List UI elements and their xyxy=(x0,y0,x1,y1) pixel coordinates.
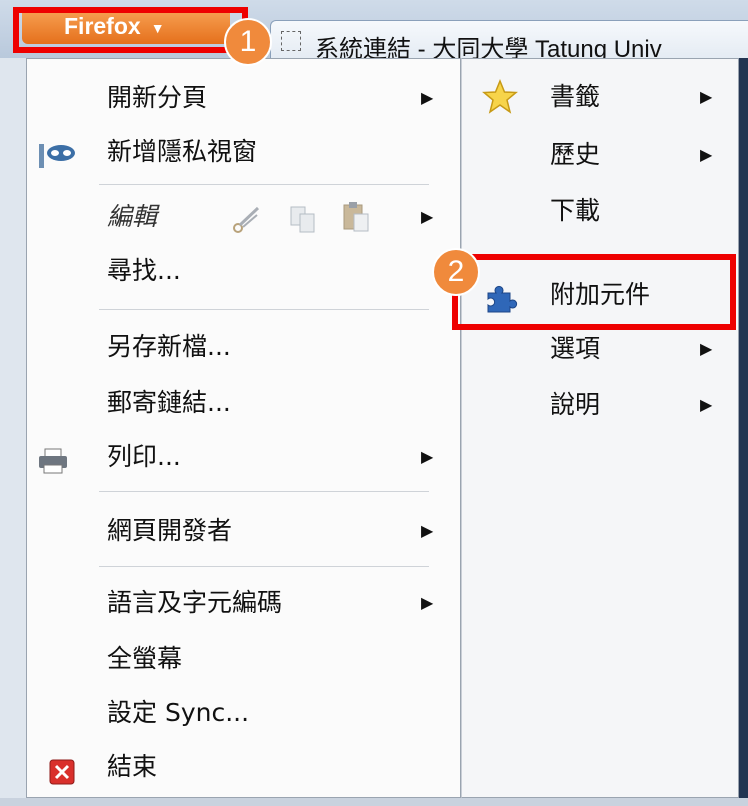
menu-item-new-tab[interactable]: 開新分頁 ▶ xyxy=(27,74,460,122)
menu-item-edit[interactable]: 編輯 ▶ xyxy=(27,193,460,241)
menu-item-label: 結束 xyxy=(107,752,158,781)
copy-icon xyxy=(289,203,317,251)
exit-icon xyxy=(49,753,75,801)
window-bottom-edge xyxy=(0,798,748,806)
menu-item-label: 另存新檔... xyxy=(107,332,231,361)
menu-item-label: 語言及字元編碼 xyxy=(107,588,283,617)
menu-item-set-up-sync[interactable]: 設定 Sync... xyxy=(27,689,460,737)
menu-item-label: 網頁開發者 xyxy=(107,516,233,545)
menu-item-options[interactable]: 選項 ▶ xyxy=(462,325,738,373)
submenu-arrow-icon: ▶ xyxy=(421,593,434,612)
submenu-arrow-icon: ▶ xyxy=(700,339,713,358)
menu-separator xyxy=(99,309,429,310)
menu-item-label: 下載 xyxy=(550,196,601,225)
submenu-arrow-icon: ▶ xyxy=(421,521,434,540)
printer-icon xyxy=(37,443,69,491)
menu-item-character-encoding[interactable]: 語言及字元編碼 ▶ xyxy=(27,579,460,627)
menu-item-history[interactable]: 歷史 ▶ xyxy=(462,131,738,179)
menu-item-label: 選項 xyxy=(550,334,601,363)
menu-item-label: 說明 xyxy=(550,390,601,419)
paste-icon xyxy=(341,201,371,249)
menu-item-downloads[interactable]: 下載 xyxy=(462,187,738,235)
step-badge-2: 2 xyxy=(432,248,480,296)
menu-item-web-developer[interactable]: 網頁開發者 ▶ xyxy=(27,507,460,555)
submenu-arrow-icon: ▶ xyxy=(421,447,434,466)
submenu-arrow-icon: ▶ xyxy=(700,87,713,106)
menu-item-help[interactable]: 說明 ▶ xyxy=(462,381,738,429)
menu-item-new-private-window[interactable]: 新增隱私視窗 xyxy=(27,128,460,176)
menu-item-email-link[interactable]: 郵寄鏈結... xyxy=(27,379,460,427)
menu-item-label: 書籤 xyxy=(550,82,601,111)
firefox-main-menu: 開新分頁 ▶ 新增隱私視窗 編輯 ▶ 尋找... 另存新檔... 郵寄鏈結...… xyxy=(26,58,461,798)
menu-item-label: 歷史 xyxy=(550,140,601,169)
submenu-arrow-icon: ▶ xyxy=(421,207,434,226)
cut-icon xyxy=(231,203,261,251)
menu-item-label: 郵寄鏈結... xyxy=(107,388,231,417)
submenu-arrow-icon: ▶ xyxy=(700,145,713,164)
submenu-arrow-icon: ▶ xyxy=(700,395,713,414)
private-mask-icon xyxy=(37,138,77,186)
menu-item-label: 尋找... xyxy=(107,256,181,285)
menu-item-exit[interactable]: 結束 xyxy=(27,743,460,791)
highlight-box-1 xyxy=(13,7,248,53)
firefox-menu-right-pane: 書籤 ▶ 歷史 ▶ 下載 附加元件 選項 ▶ 說明 ▶ xyxy=(461,58,739,798)
menu-item-bookmarks[interactable]: 書籤 ▶ xyxy=(462,73,738,121)
menu-item-save-as[interactable]: 另存新檔... xyxy=(27,323,460,371)
menu-item-full-screen[interactable]: 全螢幕 xyxy=(27,635,460,683)
submenu-arrow-icon: ▶ xyxy=(421,88,434,107)
tab-favicon-icon xyxy=(281,31,301,51)
menu-item-print[interactable]: 列印... ▶ xyxy=(27,433,460,481)
menu-item-label: 開新分頁 xyxy=(107,83,208,112)
page-background-edge xyxy=(739,58,748,806)
menu-item-label: 列印... xyxy=(107,442,181,471)
menu-item-label: 編輯 xyxy=(107,202,158,231)
step-badge-1: 1 xyxy=(224,18,272,66)
menu-separator xyxy=(99,184,429,185)
menu-separator xyxy=(99,491,429,492)
menu-item-label: 新增隱私視窗 xyxy=(107,137,258,166)
menu-item-label: 設定 Sync... xyxy=(107,698,250,727)
menu-item-find[interactable]: 尋找... xyxy=(27,247,460,295)
menu-item-label: 全螢幕 xyxy=(107,644,183,673)
browser-tab[interactable]: 系統連結 - 大同大學 Tatung Univ xyxy=(270,20,748,63)
highlight-box-2 xyxy=(452,254,736,330)
star-icon xyxy=(482,79,518,131)
menu-separator xyxy=(99,566,429,567)
